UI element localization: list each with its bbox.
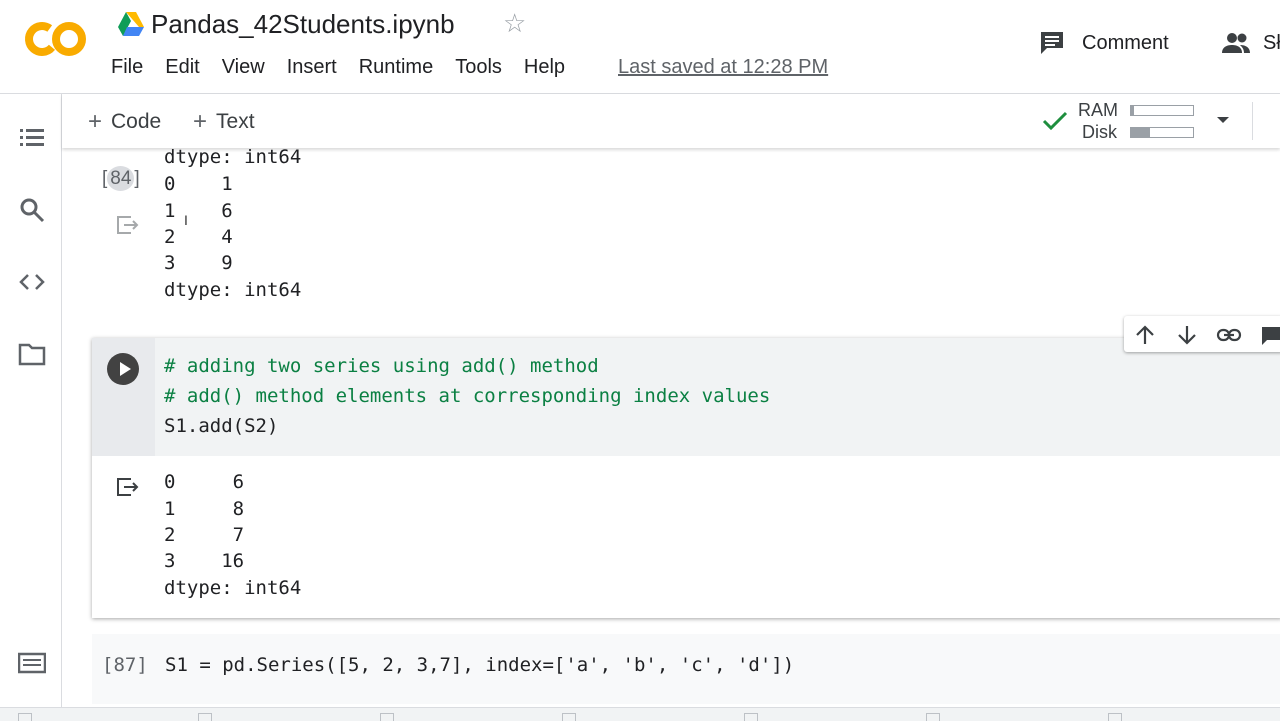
code-snippets-icon[interactable] <box>18 268 46 296</box>
execution-count-badge: [84] <box>102 166 140 191</box>
chevron-down-icon[interactable] <box>1215 112 1231 128</box>
resource-monitor[interactable]: RAM Disk <box>1042 98 1222 144</box>
bottom-tab-strip <box>0 707 1280 721</box>
output-line: dtype: int64 <box>164 148 302 168</box>
output-line: 0 1 <box>164 173 233 195</box>
notebook-title[interactable]: Pandas_42Students.ipynb <box>151 9 455 40</box>
notebook-toolbar: + Code + Text RAM Disk <box>62 94 1280 148</box>
share-button[interactable]: Sł <box>1221 28 1280 58</box>
add-code-label: Code <box>111 110 162 133</box>
plus-icon: + <box>193 108 208 135</box>
menu-insert[interactable]: Insert <box>287 56 337 82</box>
menu-view[interactable]: View <box>222 56 265 82</box>
code-cell[interactable]: # adding two series using add() method #… <box>92 338 1280 618</box>
menu-runtime[interactable]: Runtime <box>359 56 433 82</box>
disk-usage-fill <box>1131 128 1150 137</box>
cell-gutter <box>92 338 155 456</box>
output-line: 2 7 <box>164 524 245 546</box>
people-icon <box>1222 33 1250 53</box>
add-text-button[interactable]: + Text <box>193 108 255 136</box>
code-cell[interactable]: [87] S1 = pd.Series([5, 2, 3,7], index=[… <box>92 634 1280 704</box>
code-line: S1 = pd.Series([5, 2, 3,7], index=['a', … <box>165 654 795 676</box>
code-line: S1.add(S2) <box>164 415 279 437</box>
output-line: dtype: int64 <box>164 279 302 301</box>
move-up-icon[interactable] <box>1134 324 1156 346</box>
table-of-contents-icon[interactable] <box>18 124 46 152</box>
ram-label: RAM <box>1078 100 1118 120</box>
connected-check-icon <box>1042 111 1068 131</box>
disk-label: Disk <box>1082 122 1117 142</box>
cell-toolbar <box>1124 316 1280 352</box>
menu-edit[interactable]: Edit <box>165 56 199 82</box>
output-line: 3 16 <box>164 550 245 572</box>
link-icon[interactable] <box>1216 324 1242 346</box>
disk-usage-bar <box>1130 127 1194 138</box>
text-cursor-icon: I <box>184 212 188 228</box>
output-line: 0 6 <box>164 471 245 493</box>
output-line: 3 9 <box>164 252 233 274</box>
comment-button[interactable]: Comment <box>1038 28 1169 58</box>
last-saved-link[interactable]: Last saved at 12:28 PM <box>618 56 828 79</box>
ram-usage-bar <box>1130 105 1194 116</box>
menu-bar: File Edit View Insert Runtime Tools Help <box>111 56 587 82</box>
menu-tools[interactable]: Tools <box>455 56 502 82</box>
execution-count: 84 <box>107 166 135 191</box>
colab-logo[interactable] <box>22 18 90 60</box>
add-code-button[interactable]: + Code <box>88 108 161 136</box>
move-down-icon[interactable] <box>1176 324 1198 346</box>
toolbar-divider <box>1252 102 1253 140</box>
terminal-icon[interactable] <box>18 649 46 677</box>
plus-icon: + <box>88 108 103 135</box>
code-line: # add() method elements at corresponding… <box>164 385 771 407</box>
share-label: Sł <box>1263 31 1280 54</box>
output-line: dtype: int64 <box>164 577 302 599</box>
output-line: 1 6 <box>164 200 233 222</box>
comment-cell-icon[interactable] <box>1260 324 1280 346</box>
output-icon[interactable] <box>115 214 139 236</box>
app-header: Pandas_42Students.ipynb ☆ File Edit View… <box>0 0 1280 94</box>
left-sidebar <box>0 94 62 720</box>
comment-label: Comment <box>1082 31 1169 54</box>
run-cell-button[interactable] <box>107 353 139 385</box>
files-icon[interactable] <box>18 340 46 368</box>
google-drive-icon[interactable] <box>118 12 144 36</box>
ram-usage-fill <box>1131 106 1135 115</box>
add-text-label: Text <box>216 110 255 133</box>
output-icon[interactable] <box>115 476 139 498</box>
notebook-area: [84] dtype: int64 0 1 1 6 2 4 3 9 dtype:… <box>62 148 1280 720</box>
output-line: 1 8 <box>164 498 245 520</box>
star-icon[interactable]: ☆ <box>503 8 526 39</box>
menu-help[interactable]: Help <box>524 56 565 82</box>
menu-file[interactable]: File <box>111 56 143 82</box>
execution-count-label: [87] <box>102 654 148 676</box>
code-line: # adding two series using add() method <box>164 355 599 377</box>
output-line: 2 4 <box>164 226 233 248</box>
search-icon[interactable] <box>18 196 46 224</box>
comment-icon <box>1041 32 1063 54</box>
